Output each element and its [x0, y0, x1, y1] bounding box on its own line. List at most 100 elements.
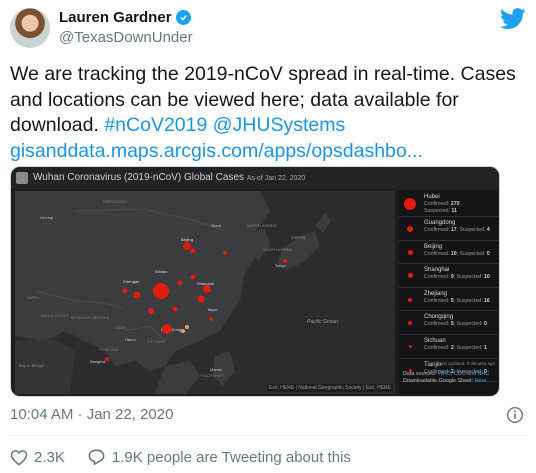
card-as-of: As of Jan 22, 2020 — [246, 175, 306, 182]
case-list-item[interactable]: Beijing Confirmed: 10; Suspected: 0 — [399, 241, 498, 265]
download-link[interactable]: Here — [475, 378, 487, 384]
case-list-panel[interactable]: Hubei Confirmed: 270; Suspected: 11 Guangdo… — [399, 191, 498, 394]
case-location: Beijing — [424, 243, 443, 250]
dashboard-card[interactable]: Wuhan Coronavirus (2019-nCoV) Global Cas… — [10, 166, 500, 397]
speech-bubble-icon[interactable] — [87, 448, 106, 466]
map-label-philippines: PHILIPPINES — [200, 373, 225, 378]
case-marker-hunan[interactable] — [148, 308, 154, 314]
case-marker-japan[interactable] — [283, 259, 287, 263]
map-label-pacific: Pacific Ocean — [307, 319, 338, 325]
case-list-item[interactable]: Sichuan Confirmed: 2; Suspected: 1 — [399, 335, 498, 359]
case-stats: Confirmed: 270; Suspected: 11 — [424, 201, 461, 214]
last-updated: Last updated: 0 minutes ago — [438, 361, 495, 366]
map-label-thailand: THAILAND — [99, 347, 119, 352]
twitter-bird-icon[interactable] — [500, 8, 526, 30]
conversation-text: 1.9K people are Tweeting about this — [111, 448, 351, 466]
info-icon[interactable] — [506, 406, 524, 424]
confirmed-value: 9 — [450, 274, 454, 281]
map-attribution: Esri, HERE | National Geographic Society… — [266, 384, 393, 392]
hashtag-link[interactable]: #nCoV2019 — [104, 114, 207, 136]
tweet-header: Lauren Gardner @TexasDownUnder — [10, 8, 526, 52]
map-label-hanoi: Hanoi — [125, 337, 136, 342]
suspected-label: Suspected: — [456, 344, 483, 351]
confirmed-value: 17 — [450, 227, 457, 233]
card-title: Wuhan Coronavirus (2019-nCoV) Global Cas… — [33, 172, 245, 183]
map-label-chengdu: Chengdu — [123, 279, 139, 284]
case-dot-icon — [408, 345, 412, 349]
case-list-item[interactable]: Zhejiang Confirmed: 5; Suspected: 16 — [399, 288, 498, 312]
tweet-text: We are tracking the 2019-nCoV spread in … — [10, 62, 520, 164]
like-count: 2.3K — [34, 448, 65, 466]
map-label-bangkok: Bangkok — [90, 359, 106, 364]
map-label-shanghai: Shanghai — [197, 281, 214, 286]
suspected-value: 11 — [451, 208, 457, 214]
sources-link[interactable]: WHO, CDC and NHC — [438, 371, 490, 377]
suspected-value: 10 — [484, 274, 490, 281]
heart-icon[interactable] — [10, 449, 28, 466]
divider — [10, 435, 526, 436]
confirmed-value: 2 — [450, 344, 454, 351]
map-label-mongolia: MONGOLIA — [103, 199, 127, 204]
case-dot-icon — [408, 297, 412, 302]
case-marker-jiangxi[interactable] — [172, 306, 178, 312]
case-marker-guangdong[interactable] — [162, 324, 172, 334]
mention-link[interactable]: @JHUSystems — [213, 114, 345, 136]
case-list[interactable]: Hubei Confirmed: 270; Suspected: 11 Guangdo… — [399, 191, 498, 383]
map-label-vietnam: VIETNAM — [147, 339, 165, 344]
card-title-bar: Wuhan Coronavirus (2019-nCoV) Global Cas… — [11, 167, 499, 189]
avatar[interactable] — [10, 8, 50, 48]
map-label-beijing: Beijing — [181, 237, 193, 242]
map-label-myanmar: MYANMAR (BURMA) — [71, 315, 110, 320]
tweet-timestamp[interactable]: 10:04 AM · Jan 22, 2020 — [10, 406, 173, 423]
case-stats: Confirmed: 10; Suspected: 0 — [424, 250, 490, 257]
case-dot-icon — [407, 273, 413, 279]
map-label-tokyo: Tokyo — [275, 263, 286, 268]
map-svg: MONGOLIA NORTH KOREA SOUTH KOREA JAPAN N… — [15, 191, 338, 394]
map-panel[interactable]: MONGOLIA NORTH KOREA SOUTH KOREA JAPAN N… — [15, 191, 395, 394]
case-marker-taiwan[interactable] — [209, 317, 213, 321]
case-marker-beijing[interactable] — [183, 242, 191, 250]
conversation-action[interactable]: 1.9K people are Tweeting about this — [87, 448, 351, 466]
case-marker-tianjin[interactable] — [190, 248, 196, 254]
map-label-south-korea: SOUTH KOREA — [263, 247, 292, 252]
case-location: Shanghai — [424, 267, 450, 274]
confirmed-label: Confirmed: — [424, 274, 450, 281]
case-marker-jiangsu[interactable] — [190, 274, 196, 280]
case-marker-chongqing[interactable] — [133, 291, 141, 299]
case-list-item[interactable]: Chongqing Confirmed: 5; Suspected: 0 — [399, 311, 498, 335]
map-label-bengal: Bay of Bengal — [19, 363, 44, 368]
case-marker-thailand[interactable] — [105, 357, 109, 361]
case-marker-zhejiang[interactable] — [197, 295, 205, 303]
case-marker-macau[interactable] — [181, 329, 185, 333]
case-dot-icon — [408, 321, 412, 326]
suspected-value: 1 — [484, 344, 487, 351]
case-marker-korea[interactable] — [223, 251, 227, 255]
suspected-value: 16 — [484, 297, 490, 304]
suspected-label: Suspected: — [424, 208, 450, 214]
case-list-item[interactable]: Guangdong Confirmed: 17; Suspected: 4 — [399, 217, 498, 241]
case-marker-anhui[interactable] — [177, 280, 183, 286]
case-marker-shanghai[interactable] — [203, 285, 211, 293]
like-action[interactable]: 2.3K — [10, 449, 65, 466]
map-label-laos: LAOS — [115, 325, 126, 330]
confirmed-label: Confirmed: — [424, 321, 450, 328]
map-label-japan: JAPAN — [291, 235, 305, 240]
author-name[interactable]: Lauren Gardner — [59, 9, 172, 26]
case-marker-hong-kong[interactable] — [185, 325, 189, 329]
case-marker-hubei[interactable] — [153, 283, 169, 299]
confirmed-label: Confirmed: — [424, 201, 450, 207]
case-dot-icon — [404, 198, 416, 210]
confirmed-value: 5 — [450, 321, 454, 328]
author-name-row[interactable]: Lauren Gardner — [59, 9, 191, 26]
data-sources: Data sources: WHO, CDC and NHC Downloada… — [403, 371, 496, 385]
case-location: Zhejiang — [424, 290, 448, 297]
url-link[interactable]: gisanddata.maps.arcgis.com/apps/opsdashb… — [10, 140, 423, 162]
suspected-value: 0 — [484, 321, 487, 328]
case-list-item[interactable]: Shanghai Confirmed: 9; Suspected: 10 — [399, 264, 498, 288]
case-marker-sichuan[interactable] — [122, 288, 128, 294]
map-label-manila: Manila — [210, 367, 223, 372]
author-handle[interactable]: @TexasDownUnder — [59, 29, 193, 46]
sources-prefix: Data sources: — [403, 371, 438, 377]
case-list-item[interactable]: Hubei Confirmed: 270; Suspected: 11 — [399, 191, 498, 217]
tweet-actions: 2.3K 1.9K people are Tweeting about this — [10, 446, 351, 468]
